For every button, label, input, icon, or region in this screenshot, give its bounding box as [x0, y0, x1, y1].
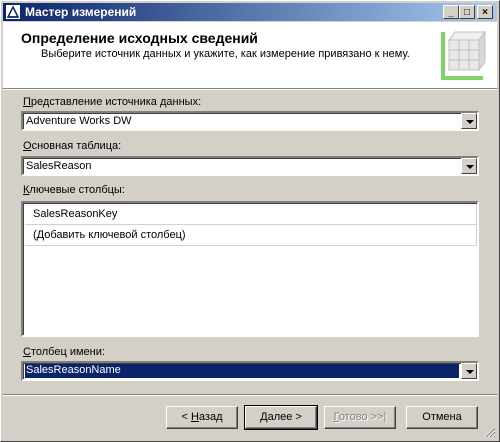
next-label: алее > — [267, 411, 302, 423]
dsv-label-text: редставление источника данных: — [30, 96, 202, 108]
name-column-label: Столбец имени: — [23, 346, 105, 358]
key-columns-label-text: лючевые столбцы: — [29, 184, 125, 196]
minimize-button[interactable]: _ — [443, 5, 459, 19]
wizard-header: Определение исходных сведений Выберите и… — [3, 22, 497, 88]
dsv-dropdown-button[interactable] — [461, 113, 477, 129]
grid-column-separator — [476, 225, 477, 245]
name-column-label-text: толбец имени: — [30, 346, 105, 358]
maximize-icon: □ — [463, 7, 471, 18]
cancel-label: Отмена — [422, 411, 462, 423]
key-columns-label: Ключевые столбцы: — [23, 184, 125, 196]
back-access-key: Н — [190, 411, 199, 423]
main-table-value: SalesReason — [26, 160, 92, 172]
dsv-label-access-key: П — [23, 96, 31, 108]
main-table-combobox[interactable]: SalesReason — [21, 156, 479, 176]
grid-column-separator — [476, 204, 477, 224]
window-title: Мастер измерений — [25, 5, 137, 19]
dimension-wizard-window: Мастер измерений _ □ × Определение исход… — [0, 0, 500, 442]
dsv-label: Представление источника данных: — [23, 96, 201, 108]
back-arrow-text: < — [181, 411, 191, 423]
next-access-key: Д — [260, 411, 268, 423]
close-icon: × — [482, 7, 488, 18]
main-table-label-text: сновная таблица: — [31, 140, 122, 152]
back-label: азад — [198, 411, 223, 423]
main-table-label: Основная таблица: — [23, 140, 121, 152]
dsv-combobox[interactable]: Adventure Works DW — [21, 111, 479, 131]
finish-button[interactable]: Готово >>| — [324, 406, 396, 429]
footer-divider-highlight — [3, 395, 497, 396]
dimension-cube-icon — [441, 30, 486, 80]
minimize-icon: _ — [448, 7, 454, 18]
chevron-down-icon — [466, 370, 474, 374]
key-column-name: SalesReasonKey — [33, 208, 118, 220]
page-subtitle: Выберите источник данных и укажите, как … — [41, 48, 410, 60]
title-bar[interactable]: Мастер измерений _ □ × — [3, 3, 497, 21]
add-key-column-text: (Добавить ключевой столбец) — [33, 229, 186, 241]
maximize-button[interactable]: □ — [459, 5, 475, 19]
main-table-label-access-key: О — [23, 140, 32, 152]
name-column-dropdown-button[interactable] — [461, 363, 477, 379]
name-column-combobox[interactable]: SalesReasonName — [21, 361, 479, 381]
name-column-value: SalesReasonName — [25, 364, 459, 378]
page-title: Определение исходных сведений — [21, 30, 258, 46]
key-columns-grid[interactable]: SalesReasonKey (Добавить ключевой столбе… — [21, 201, 479, 337]
dsv-value: Adventure Works DW — [26, 115, 132, 127]
back-button[interactable]: < Назад — [166, 406, 238, 429]
header-divider-highlight — [3, 89, 497, 90]
key-column-row[interactable]: SalesReasonKey — [25, 204, 477, 225]
finish-label: отово >>| — [338, 411, 387, 423]
next-button[interactable]: Далее > — [244, 405, 318, 430]
close-button[interactable]: × — [477, 5, 493, 19]
chevron-down-icon — [466, 120, 474, 124]
wizard-app-icon — [6, 5, 20, 19]
chevron-down-icon — [466, 165, 474, 169]
cancel-button[interactable]: Отмена — [406, 406, 478, 429]
resize-grip-icon[interactable] — [484, 426, 496, 438]
name-column-label-access-key: С — [23, 346, 31, 358]
main-table-dropdown-button[interactable] — [461, 158, 477, 174]
add-key-column-row[interactable]: (Добавить ключевой столбец) — [25, 225, 477, 246]
